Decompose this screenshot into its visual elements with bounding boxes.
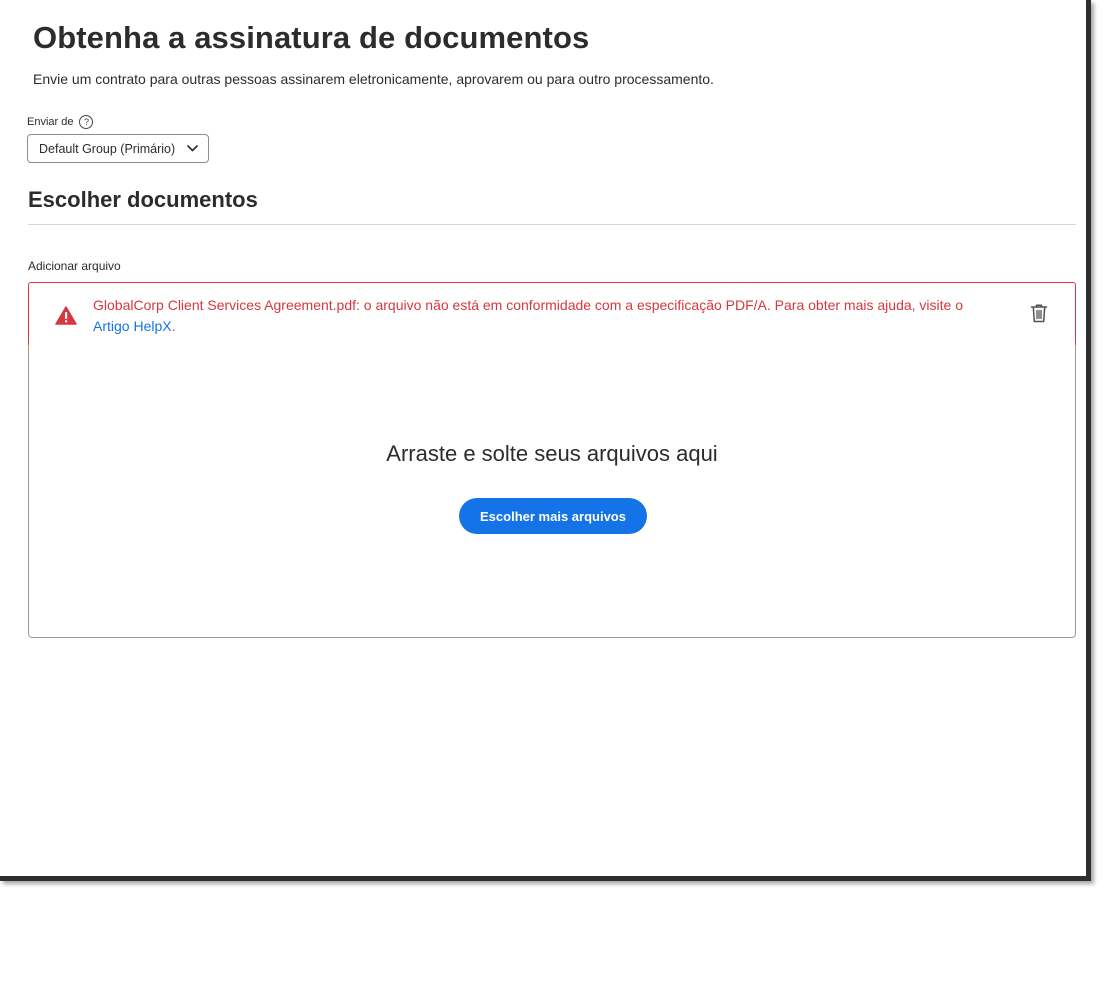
- error-message-trailing: .: [171, 318, 176, 334]
- section-divider: [28, 224, 1076, 225]
- choose-more-files-button[interactable]: Escolher mais arquivos: [459, 498, 647, 534]
- trash-icon[interactable]: [1030, 303, 1048, 323]
- file-drop-zone[interactable]: Arraste e solte seus arquivos aqui Escol…: [28, 345, 1076, 638]
- send-from-selected-value: Default Group (Primário): [39, 141, 176, 156]
- send-from-label: Enviar de: [27, 116, 74, 128]
- section-title-choose-documents: Escolher documentos: [28, 187, 258, 212]
- chevron-down-icon: [187, 145, 198, 152]
- app-window: Obtenha a assinatura de documentos Envie…: [0, 0, 1091, 881]
- send-from-dropdown[interactable]: Default Group (Primário): [27, 134, 210, 163]
- question-circle-icon[interactable]: ?: [79, 115, 94, 129]
- warning-triangle-icon: [55, 306, 77, 325]
- error-message: GlobalCorp Client Services Agreement.pdf…: [93, 295, 993, 337]
- file-error-banner: GlobalCorp Client Services Agreement.pdf…: [28, 282, 1076, 346]
- send-from-label-row: Enviar de ?: [27, 115, 94, 129]
- page-title: Obtenha a assinatura de documentos: [33, 20, 590, 55]
- error-message-text: GlobalCorp Client Services Agreement.pdf…: [93, 297, 963, 313]
- drop-zone-title: Arraste e solte seus arquivos aqui: [386, 441, 718, 466]
- add-file-label: Adicionar arquivo: [28, 259, 121, 273]
- helpx-article-link[interactable]: Artigo HelpX: [93, 318, 172, 334]
- page-subtitle: Envie um contrato para outras pessoas as…: [33, 71, 714, 87]
